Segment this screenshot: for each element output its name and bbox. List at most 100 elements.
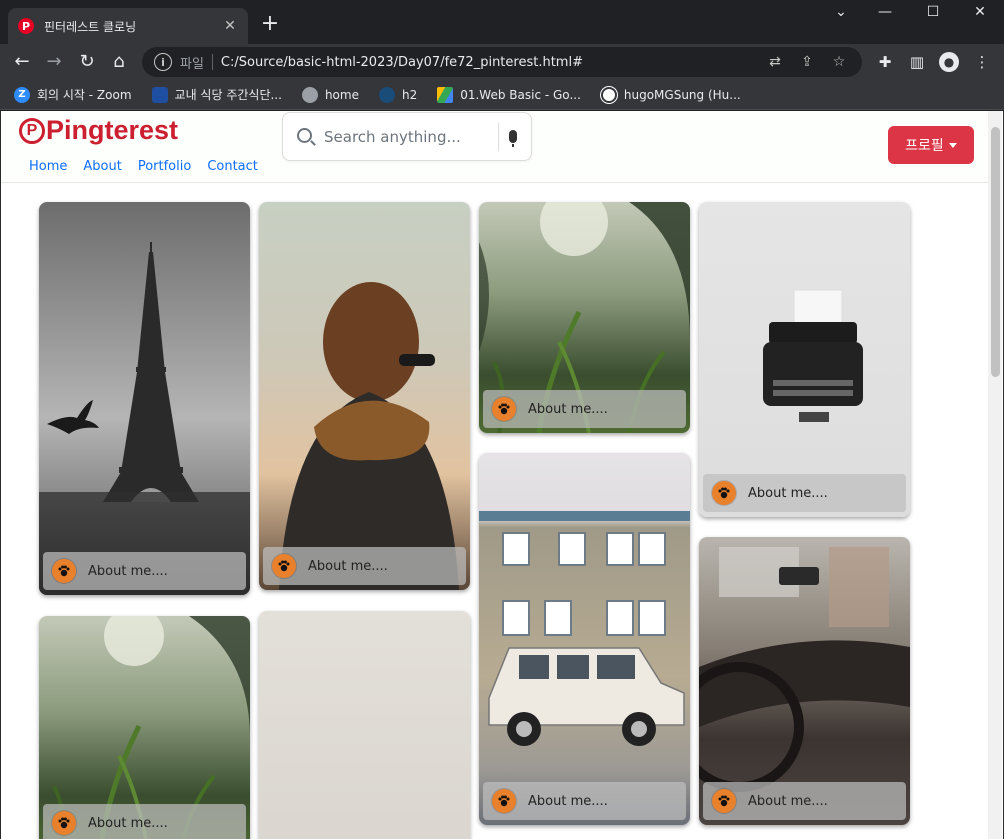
pin-card-blank[interactable] bbox=[259, 611, 470, 839]
pin-card-grass-2[interactable]: About me.... bbox=[39, 616, 250, 839]
woman-illustration bbox=[279, 282, 459, 590]
home-icon[interactable]: ⌂ bbox=[107, 50, 131, 74]
brand-name: Pingterest bbox=[46, 115, 179, 145]
bookmark-label: h2 bbox=[401, 87, 418, 102]
back-arrow-icon[interactable]: ← bbox=[10, 50, 34, 74]
eiffel-tower-illustration bbox=[39, 242, 250, 595]
tab-close-icon[interactable]: ✕ bbox=[222, 18, 238, 34]
search-icon bbox=[297, 128, 312, 143]
bookmark-item[interactable]: hugoMGSung (Hu... bbox=[600, 86, 741, 103]
caption-text: About me.... bbox=[88, 563, 168, 579]
h2-database-icon bbox=[378, 86, 395, 103]
pin-card-eiffel[interactable]: About me.... bbox=[39, 202, 250, 595]
paw-avatar-icon bbox=[492, 789, 516, 813]
card-caption: About me.... bbox=[43, 552, 246, 590]
paw-avatar-icon bbox=[712, 481, 736, 505]
card-caption: About me.... bbox=[483, 390, 686, 428]
page-viewport: P Pingterest Home About Portfolio Contac… bbox=[0, 111, 1004, 839]
menu-kebab-icon[interactable]: ⋮ bbox=[970, 50, 994, 74]
profile-button-label: 프로필 bbox=[905, 138, 944, 154]
paw-avatar-icon bbox=[52, 559, 76, 583]
search-box[interactable]: Search anything... bbox=[282, 112, 532, 161]
profile-avatar-icon[interactable]: ● bbox=[939, 52, 959, 72]
house-jeep-image bbox=[479, 453, 690, 825]
maximize-button[interactable]: ☐ bbox=[918, 4, 948, 20]
caret-down-icon bbox=[948, 142, 957, 148]
forward-arrow-icon[interactable]: → bbox=[42, 50, 66, 74]
translate-icon[interactable]: ⇄ bbox=[764, 54, 786, 70]
school-icon bbox=[151, 86, 168, 103]
woman-scarf-image bbox=[259, 202, 470, 590]
pinterest-logo-icon: P bbox=[19, 117, 45, 144]
bookmark-label: 교내 식당 주간식단... bbox=[174, 88, 282, 102]
caption-text: About me.... bbox=[748, 485, 828, 501]
bookmark-item[interactable]: home bbox=[301, 86, 359, 103]
reload-icon[interactable]: ↻ bbox=[75, 50, 99, 74]
paw-avatar-icon bbox=[492, 397, 516, 421]
bookmark-item[interactable]: Z 회의 시작 - Zoom bbox=[14, 86, 132, 103]
pinterest-favicon-icon: P bbox=[18, 18, 34, 34]
typewriter-illustration bbox=[763, 289, 863, 422]
side-panel-icon[interactable]: ▥ bbox=[905, 50, 929, 74]
minimize-button[interactable]: — bbox=[870, 4, 900, 20]
browser-tab[interactable]: P 핀터레스트 클로닝 ✕ bbox=[8, 8, 248, 44]
paw-avatar-icon bbox=[712, 789, 736, 813]
card-caption: About me.... bbox=[703, 782, 906, 820]
nav-contact-link[interactable]: Contact bbox=[207, 159, 258, 174]
scrollbar-thumb[interactable] bbox=[991, 127, 1000, 377]
close-window-button[interactable]: ✕ bbox=[965, 4, 995, 20]
url-text[interactable]: C:/Source/basic-html-2023/Day07/fe72_pin… bbox=[221, 55, 754, 70]
tab-search-chevron-icon[interactable]: ⌄ bbox=[826, 4, 856, 20]
card-caption: About me.... bbox=[43, 804, 246, 839]
browser-toolbar: ← → ↻ ⌂ i 파일 C:/Source/basic-html-2023/D… bbox=[0, 44, 1004, 80]
nav-about-link[interactable]: About bbox=[83, 159, 121, 174]
site-info-icon[interactable]: i bbox=[154, 53, 172, 71]
caption-text: About me.... bbox=[528, 401, 608, 417]
bookmark-item[interactable]: 01.Web Basic - Go... bbox=[437, 86, 581, 103]
typewriter-image bbox=[699, 202, 910, 517]
nav-home-link[interactable]: Home bbox=[29, 159, 67, 174]
bookmark-item[interactable]: 교내 식당 주간식단... bbox=[151, 86, 282, 103]
caption-text: About me.... bbox=[528, 793, 608, 809]
bookmark-label: 회의 시작 - Zoom bbox=[37, 88, 132, 102]
address-separator bbox=[211, 54, 213, 70]
brand-logo[interactable]: P Pingterest bbox=[19, 115, 178, 146]
bookmarks-bar: Z 회의 시작 - Zoom 교내 식당 주간식단... home h2 01.… bbox=[0, 80, 1004, 110]
site-header: P Pingterest Home About Portfolio Contac… bbox=[1, 111, 989, 183]
caption-text: About me.... bbox=[88, 815, 168, 831]
paw-avatar-icon bbox=[52, 811, 76, 835]
share-icon[interactable]: ⇪ bbox=[796, 54, 818, 70]
bookmark-label: hugoMGSung (Hu... bbox=[623, 87, 741, 102]
paw-avatar-icon bbox=[272, 554, 296, 578]
extensions-puzzle-icon[interactable]: ✚ bbox=[873, 50, 897, 74]
sky-image bbox=[259, 611, 470, 839]
tab-title: 핀터레스트 클로닝 bbox=[44, 19, 137, 34]
new-tab-button[interactable]: + bbox=[258, 12, 282, 36]
bookmark-star-icon[interactable]: ☆ bbox=[828, 54, 850, 70]
pin-card-typewriter[interactable]: About me.... bbox=[699, 202, 910, 517]
microphone-icon bbox=[509, 130, 517, 147]
tab-strip: P 핀터레스트 클로닝 ✕ + ⌄ — ☐ ✕ bbox=[0, 0, 1004, 44]
page-scrollbar[interactable] bbox=[988, 111, 1002, 839]
globe-icon bbox=[301, 86, 318, 103]
pin-card-house[interactable]: About me.... bbox=[479, 453, 690, 825]
address-bar[interactable]: i 파일 C:/Source/basic-html-2023/Day07/fe7… bbox=[142, 47, 862, 77]
caption-text: About me.... bbox=[748, 793, 828, 809]
nav-portfolio-link[interactable]: Portfolio bbox=[138, 159, 191, 174]
pin-card-woman[interactable]: About me.... bbox=[259, 202, 470, 590]
zoom-icon: Z bbox=[14, 86, 30, 103]
pin-card-car[interactable]: About me.... bbox=[699, 537, 910, 825]
profile-dropdown-button[interactable]: 프로필 bbox=[888, 126, 974, 164]
card-caption: About me.... bbox=[263, 547, 466, 585]
url-scheme-label: 파일 bbox=[180, 56, 204, 72]
pin-card-grass[interactable]: About me.... bbox=[479, 202, 690, 433]
eiffel-tower-image bbox=[39, 202, 250, 595]
microphone-button[interactable] bbox=[498, 122, 517, 151]
bookmark-item[interactable]: h2 bbox=[378, 86, 418, 103]
search-input[interactable]: Search anything... bbox=[324, 128, 498, 146]
bookmark-label: 01.Web Basic - Go... bbox=[460, 87, 581, 102]
main-nav: Home About Portfolio Contact bbox=[29, 159, 274, 174]
google-drive-icon bbox=[437, 86, 454, 103]
house-illustration bbox=[479, 511, 690, 746]
card-caption: About me.... bbox=[483, 782, 686, 820]
